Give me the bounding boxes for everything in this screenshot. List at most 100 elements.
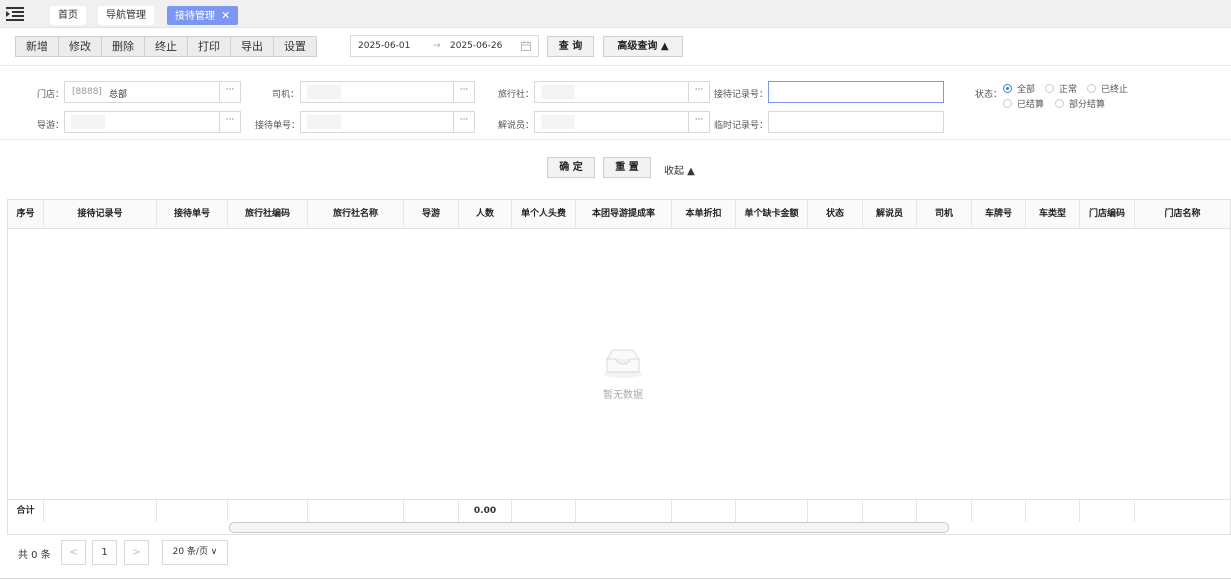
data-table: 序号 接待记录号 接待单号 旅行社编码 旅行社名称 导游 人数 单个人头费 本团… xyxy=(7,199,1231,535)
temp-no-label: 临时记录号： xyxy=(713,121,768,131)
empty-text: 暂无数据 xyxy=(603,390,643,401)
order-no-field[interactable]: ··· xyxy=(300,111,475,133)
column-header[interactable]: 解说员 xyxy=(863,200,917,229)
status-radio-terminated[interactable]: 已终止 xyxy=(1087,82,1128,95)
column-header[interactable]: 本团导游提成率 xyxy=(576,200,672,229)
pagination: 共 0 条 < 1 > 20 条/页 ∨ xyxy=(0,540,1231,570)
driver-picker-button[interactable]: ··· xyxy=(453,82,474,102)
export-button[interactable]: 导出 xyxy=(231,37,274,56)
column-header[interactable]: 旅行社编码 xyxy=(228,200,308,229)
confirm-button[interactable]: 确 定 xyxy=(547,157,595,178)
column-header[interactable]: 司机 xyxy=(917,200,972,229)
order-no-label: 接待单号： xyxy=(254,121,300,131)
print-button[interactable]: 打印 xyxy=(188,37,231,56)
summary-cell xyxy=(308,500,404,522)
tab-bar: 首页 导航管理 接待管理 ✕ xyxy=(0,0,1231,28)
delete-button[interactable]: 删除 xyxy=(102,37,145,56)
store-picker-button[interactable]: ··· xyxy=(219,82,240,102)
column-header[interactable]: 导游 xyxy=(404,200,459,229)
guide-label: 导游： xyxy=(36,121,64,131)
filter-panel: 门店： [8888] 总部 ··· 司机： ··· 旅行社： ··· 接待记录号… xyxy=(0,66,1231,140)
input-placeholder xyxy=(541,115,575,129)
summary-cell xyxy=(1135,500,1230,522)
summary-cell xyxy=(1080,500,1135,522)
guide-picker-button[interactable]: ··· xyxy=(219,112,240,132)
action-button-group: 新增 修改 删除 终止 打印 导出 设置 xyxy=(15,36,317,57)
store-field[interactable]: [8888] 总部 ··· xyxy=(64,81,241,103)
radio-label: 全部 xyxy=(1017,85,1036,95)
close-icon[interactable]: ✕ xyxy=(221,9,230,22)
column-header[interactable]: 车牌号 xyxy=(972,200,1026,229)
agency-field[interactable]: ··· xyxy=(534,81,710,103)
column-header[interactable]: 本单折扣 xyxy=(672,200,736,229)
summary-cell xyxy=(512,500,576,522)
column-header[interactable]: 旅行社名称 xyxy=(308,200,404,229)
column-header[interactable]: 接待记录号 xyxy=(44,200,157,229)
date-start[interactable]: 2025-06-01 xyxy=(358,41,410,51)
toolbar: 新增 修改 删除 终止 打印 导出 设置 2025-06-01 → 2025-0… xyxy=(0,28,1231,66)
reception-no-input[interactable] xyxy=(768,81,944,103)
column-header[interactable]: 门店编码 xyxy=(1080,200,1135,229)
column-header[interactable]: 门店名称 xyxy=(1135,200,1230,229)
empty-state: 暂无数据 xyxy=(588,345,658,401)
tab-reception-management[interactable]: 接待管理 ✕ xyxy=(167,6,239,25)
edit-button[interactable]: 修改 xyxy=(59,37,102,56)
empty-box-icon xyxy=(603,349,643,378)
summary-cell xyxy=(157,500,228,522)
table-header: 序号 接待记录号 接待单号 旅行社编码 旅行社名称 导游 人数 单个人头费 本团… xyxy=(8,200,1230,229)
page-size-select[interactable]: 20 条/页 ∨ xyxy=(162,540,228,565)
input-placeholder xyxy=(307,85,341,99)
tab-home[interactable]: 首页 xyxy=(50,6,86,25)
summary-cell xyxy=(863,500,917,522)
summary-cell xyxy=(808,500,863,522)
page-number-button[interactable]: 1 xyxy=(92,540,117,565)
summary-people-total: 0.00 xyxy=(459,500,512,522)
date-end[interactable]: 2025-06-26 xyxy=(450,41,502,51)
radio-circle xyxy=(1045,84,1054,93)
column-header[interactable]: 单个缺卡金额 xyxy=(736,200,808,229)
guide-field[interactable]: ··· xyxy=(64,111,241,133)
column-header[interactable]: 单个人头费 xyxy=(512,200,576,229)
date-range-picker[interactable]: 2025-06-01 → 2025-06-26 xyxy=(350,35,539,57)
summary-cell xyxy=(917,500,972,522)
horizontal-scrollbar[interactable] xyxy=(229,522,949,533)
menu-collapse-icon[interactable] xyxy=(6,7,24,21)
query-button[interactable]: 查 询 xyxy=(547,36,594,57)
summary-cell xyxy=(576,500,672,522)
summary-cell xyxy=(44,500,157,522)
driver-label: 司机： xyxy=(271,90,299,100)
advanced-query-button[interactable]: 高级查询 ▲ xyxy=(603,36,683,57)
tab-nav-management[interactable]: 导航管理 xyxy=(98,6,154,25)
input-placeholder xyxy=(71,115,105,129)
collapse-toggle[interactable]: 收起 ▲ xyxy=(664,162,695,177)
terminate-button[interactable]: 终止 xyxy=(145,37,188,56)
driver-field[interactable]: ··· xyxy=(300,81,475,103)
radio-label: 正常 xyxy=(1059,85,1078,95)
temp-no-input[interactable] xyxy=(768,111,944,133)
column-header[interactable]: 车类型 xyxy=(1026,200,1080,229)
next-page-button[interactable]: > xyxy=(124,540,149,565)
reception-no-label: 接待记录号： xyxy=(713,90,768,100)
column-header[interactable]: 人数 xyxy=(459,200,512,229)
date-separator: → xyxy=(433,41,441,51)
tab-label: 首页 xyxy=(58,10,78,21)
status-radio-settled[interactable]: 已结算 xyxy=(1003,97,1044,110)
input-placeholder xyxy=(541,85,575,99)
reset-button[interactable]: 重 置 xyxy=(603,157,651,178)
summary-cell xyxy=(972,500,1026,522)
add-button[interactable]: 新增 xyxy=(16,37,59,56)
status-radio-all[interactable]: 全部 xyxy=(1003,82,1035,95)
summary-cell xyxy=(736,500,808,522)
order-no-picker-button[interactable]: ··· xyxy=(453,112,474,132)
radio-label: 已结算 xyxy=(1017,100,1045,110)
narrator-field[interactable]: ··· xyxy=(534,111,710,133)
column-header[interactable]: 序号 xyxy=(8,200,44,229)
column-header[interactable]: 状态 xyxy=(808,200,863,229)
summary-cell xyxy=(672,500,736,522)
status-radio-partially-settled[interactable]: 部分结算 xyxy=(1055,97,1105,110)
status-radio-normal[interactable]: 正常 xyxy=(1045,82,1077,95)
column-header[interactable]: 接待单号 xyxy=(157,200,228,229)
input-placeholder xyxy=(307,115,341,129)
settings-button[interactable]: 设置 xyxy=(274,37,316,56)
prev-page-button[interactable]: < xyxy=(61,540,86,565)
